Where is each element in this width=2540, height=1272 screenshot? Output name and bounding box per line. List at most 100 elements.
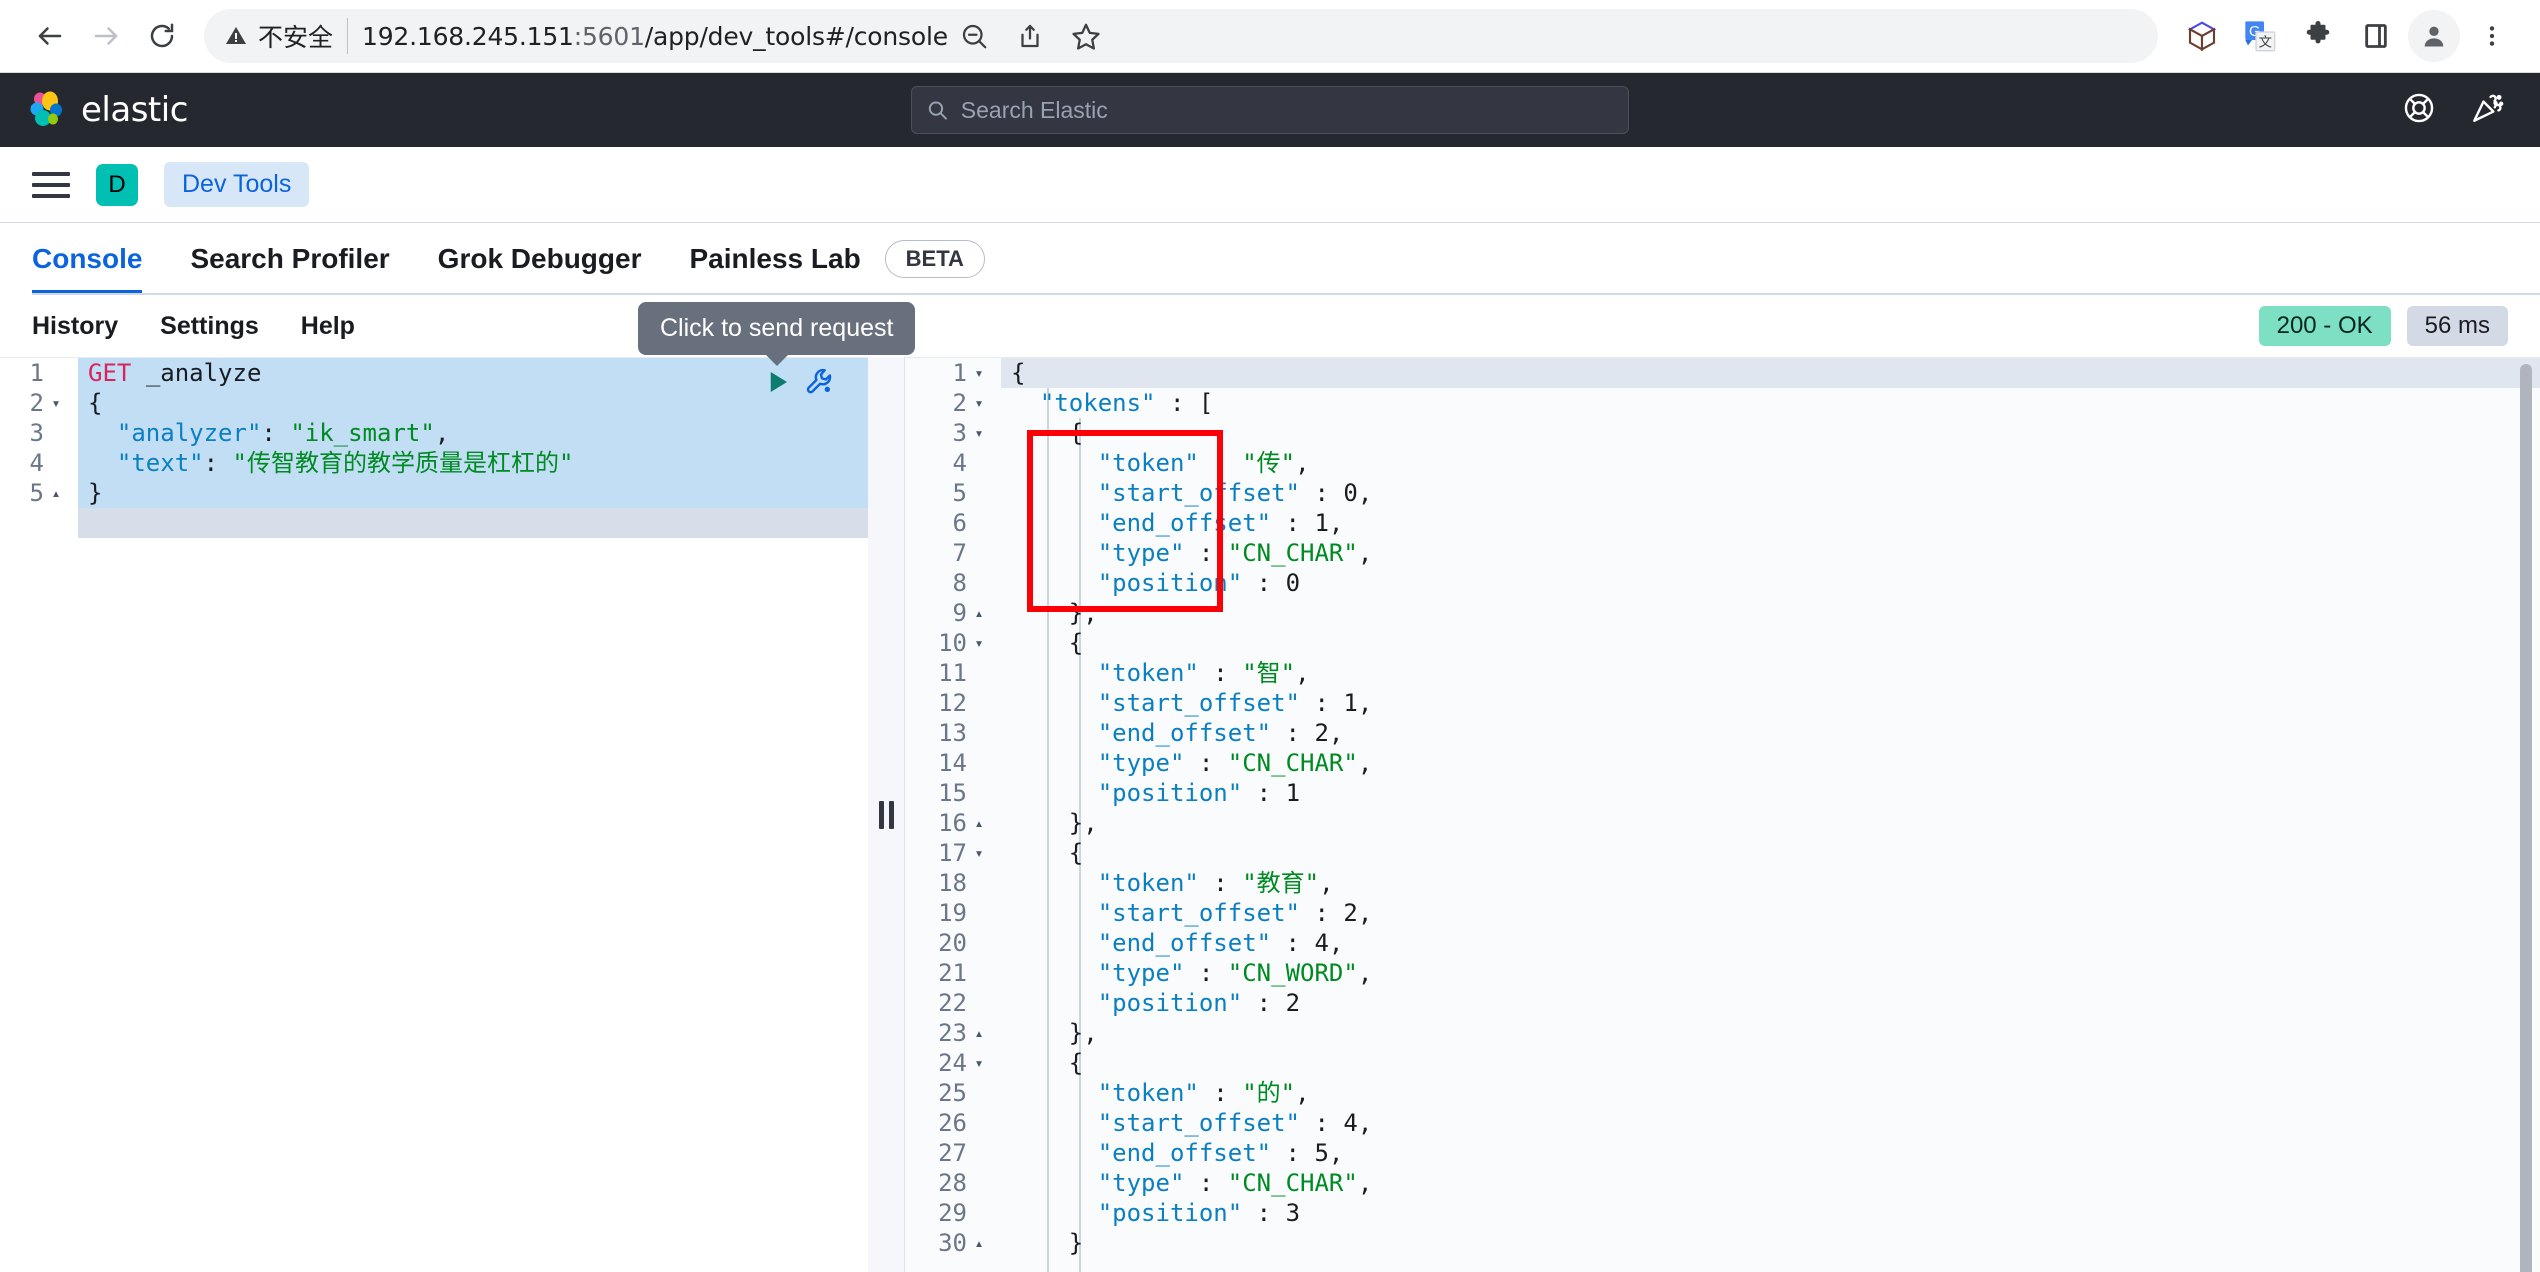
- line-number: 12: [938, 689, 967, 717]
- side-panel-icon[interactable]: [2350, 10, 2402, 62]
- extensions-area: G文: [2176, 10, 2518, 62]
- primary-nav-toggle-icon[interactable]: [32, 171, 70, 198]
- response-vertical-scrollbar[interactable]: [2520, 364, 2532, 1272]
- code-token: },: [1068, 1019, 1098, 1047]
- editor-action-buttons: [762, 366, 836, 403]
- code-token: ,: [1328, 509, 1344, 537]
- code-token: _analyze: [145, 359, 262, 387]
- code-fold-toggle-icon[interactable]: ▴: [971, 808, 987, 838]
- confetti-news-icon[interactable]: [2470, 91, 2504, 130]
- code-token: "start_offset": [1097, 1109, 1300, 1137]
- forward-button[interactable]: [78, 8, 134, 64]
- zoom-out-icon[interactable]: [948, 10, 1000, 62]
- code-line: "end_offset" : 5,: [1011, 1138, 2540, 1168]
- code-fold-toggle-icon[interactable]: ▴: [971, 1228, 987, 1258]
- code-fold-toggle-icon[interactable]: ▾: [971, 358, 987, 388]
- open-documentation-wrench-icon[interactable]: [804, 366, 836, 403]
- code-token: GET: [88, 359, 132, 387]
- code-token: :: [1271, 719, 1315, 747]
- code-token: 1: [1285, 779, 1301, 807]
- send-request-play-button[interactable]: [762, 367, 792, 402]
- code-line: {: [1011, 628, 2540, 658]
- code-token: ,: [1357, 689, 1373, 717]
- code-fold-toggle-icon[interactable]: ▾: [971, 418, 987, 448]
- code-fold-toggle-icon[interactable]: ▴: [971, 1018, 987, 1048]
- code-token: "type": [1097, 539, 1185, 567]
- three-dot-menu-icon[interactable]: [2466, 10, 2518, 62]
- share-icon[interactable]: [1004, 10, 1056, 62]
- line-number: 14: [938, 749, 967, 777]
- life-ring-help-icon[interactable]: [2402, 91, 2436, 130]
- response-pane[interactable]: 1 ▾ 2 ▾ 3 ▾ 4 5 6 7 8 9 ▴ 10 ▾ 11 12 13 14 15 16 ▴ 17 ▾ 18 19 20 21…: [904, 357, 2540, 1272]
- line-number: 23 ▴: [905, 1018, 995, 1048]
- browser-toolbar: 不安全 192.168.245.151:5601/app/dev_tools#/…: [0, 0, 2540, 73]
- code-token: ,: [434, 419, 450, 447]
- reload-button[interactable]: [134, 8, 190, 64]
- code-token: :: [1300, 479, 1344, 507]
- code-token: 2: [1314, 719, 1329, 747]
- line-number: 25: [938, 1079, 967, 1107]
- code-token: ,: [1357, 479, 1373, 507]
- code-token: 4: [1314, 929, 1329, 957]
- line-number: 1 ▾: [905, 358, 995, 388]
- line-number: 4: [952, 449, 967, 477]
- line-number: 21: [938, 959, 967, 987]
- tab-grok-debugger[interactable]: Grok Debugger: [438, 223, 642, 295]
- back-button[interactable]: [22, 8, 78, 64]
- code-token: "end_offset": [1097, 929, 1272, 957]
- search-input[interactable]: [960, 96, 1614, 124]
- code-line: "token" : "的",: [1011, 1078, 2540, 1108]
- code-fold-toggle-icon[interactable]: ▾: [48, 388, 64, 418]
- site-security-indicator[interactable]: 不安全: [224, 18, 349, 54]
- code-token: "end_offset": [1097, 719, 1272, 747]
- code-fold-toggle-icon[interactable]: ▴: [971, 598, 987, 628]
- breadcrumb[interactable]: Dev Tools: [164, 162, 310, 207]
- address-bar[interactable]: 不安全 192.168.245.151:5601/app/dev_tools#/…: [204, 9, 2158, 63]
- line-number: 2 ▾: [0, 388, 72, 418]
- code-fold-toggle-icon[interactable]: ▾: [971, 1048, 987, 1078]
- elastic-logo-home-link[interactable]: elastic: [28, 90, 188, 130]
- star-icon[interactable]: [1060, 10, 1112, 62]
- google-translate-icon[interactable]: G文: [2234, 10, 2286, 62]
- code-fold-toggle-icon[interactable]: ▴: [48, 478, 64, 508]
- request-editor-pane[interactable]: 1 2 ▾ 3 4 5 ▴ GET _analyze{ "analyzer": "ik_sm…: [0, 357, 868, 1272]
- code-token: :: [1271, 929, 1315, 957]
- code-token: :: [261, 419, 291, 447]
- code-token: "的": [1242, 1079, 1296, 1107]
- code-token: ,: [1319, 869, 1334, 897]
- pane-splitter-handle[interactable]: [868, 357, 904, 1272]
- line-number: 5: [952, 479, 967, 507]
- extensions-puzzle-icon[interactable]: [2292, 10, 2344, 62]
- code-fold-toggle-icon[interactable]: ▾: [971, 628, 987, 658]
- code-token: "position": [1097, 569, 1243, 597]
- tab-search-profiler[interactable]: Search Profiler: [190, 223, 389, 295]
- global-search-bar[interactable]: [911, 86, 1629, 134]
- settings-button[interactable]: Settings: [160, 312, 259, 341]
- code-fold-toggle-icon[interactable]: ▾: [971, 838, 987, 868]
- code-token: :: [1300, 1109, 1344, 1137]
- code-line: "position" : 1: [1011, 778, 2540, 808]
- code-token: "token": [1097, 869, 1199, 897]
- response-code[interactable]: { "tokens" : [ { "token" : "传", "start_o…: [1001, 358, 2540, 1272]
- code-token: :: [1184, 1169, 1228, 1197]
- history-button[interactable]: History: [32, 312, 118, 341]
- code-line: "text": "传智教育的教学质量是杠杠的": [88, 448, 868, 478]
- editor-code[interactable]: GET _analyze{ "analyzer": "ik_smart", "t…: [78, 358, 868, 1272]
- tab-console[interactable]: Console: [32, 223, 143, 295]
- box-extension-icon[interactable]: [2176, 10, 2228, 62]
- space-avatar[interactable]: D: [96, 163, 138, 206]
- code-fold-toggle-icon[interactable]: ▾: [971, 388, 987, 418]
- code-token: 1: [1314, 509, 1329, 537]
- code-token: "token": [1097, 659, 1199, 687]
- help-button[interactable]: Help: [301, 312, 355, 341]
- profile-avatar-icon[interactable]: [2408, 10, 2460, 62]
- code-token: :: [1198, 869, 1243, 897]
- tab-painless-lab[interactable]: Painless Lab: [689, 223, 860, 295]
